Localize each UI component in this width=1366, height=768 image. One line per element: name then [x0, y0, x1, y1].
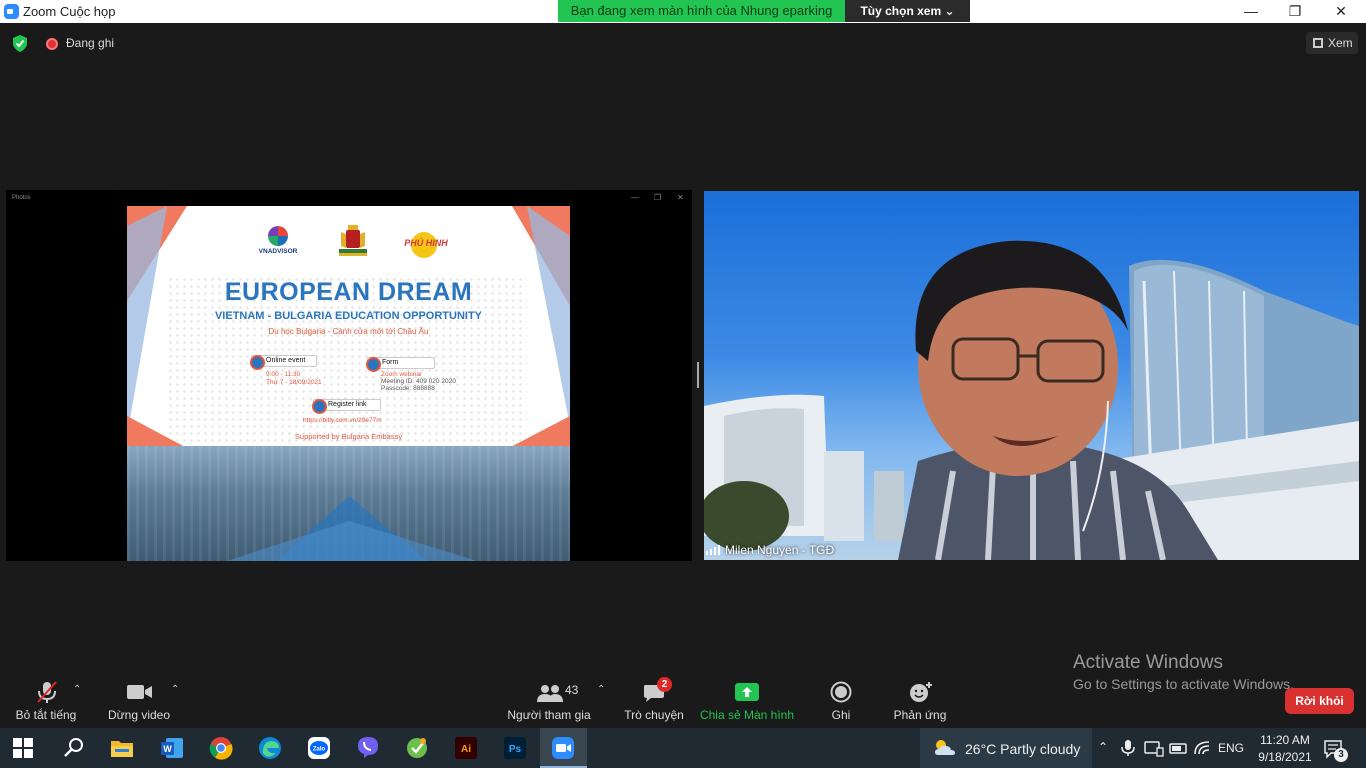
zoom-app-icon: [4, 4, 19, 19]
participants-options-chevron[interactable]: ⌃: [597, 684, 605, 695]
minimize-button[interactable]: —: [1228, 0, 1274, 23]
zoom-icon[interactable]: [551, 736, 575, 760]
word-icon[interactable]: W: [160, 736, 184, 760]
leave-meeting-button[interactable]: Rời khỏi: [1285, 688, 1354, 714]
view-options-label: Tùy chọn xem: [860, 4, 942, 18]
share-screen-icon: [735, 683, 759, 701]
photos-window-label: Photos: [12, 195, 31, 201]
illustrator-icon[interactable]: Ai: [454, 736, 478, 760]
svg-text:Ai: Ai: [461, 744, 471, 755]
chevron-down-icon: ⌄: [944, 4, 955, 18]
participant-video: [704, 191, 1359, 560]
microphone-tray-icon[interactable]: [1120, 739, 1136, 757]
clock-time: 11:20 AM: [1260, 733, 1310, 747]
register-url: https://bitly.com.vn/29e77m: [303, 417, 382, 424]
recording-icon: [46, 38, 58, 50]
partly-cloudy-icon: [935, 740, 955, 755]
poster-bottom-decoration: [227, 496, 477, 561]
weather-widget[interactable]: 26°C Partly cloudy: [920, 728, 1092, 768]
participant-name-tag: Milen Nguyen - TGĐ: [706, 543, 834, 557]
participants-icon: [537, 685, 563, 702]
svg-text:Zalo: Zalo: [313, 747, 326, 753]
share-screen-label: Chia sẻ Màn hình: [699, 708, 795, 722]
event-poster: VNADVISOR PHÚ HINH EUROPEAN DREAM VIETNA…: [127, 206, 570, 561]
poster-subtitle: VIETNAM - BULGARIA EDUCATION OPPORTUNITY: [214, 310, 483, 322]
view-button-label: Xem: [1328, 36, 1353, 50]
shared-minimize-icon: —: [631, 193, 639, 202]
mute-label: Bỏ tắt tiếng: [15, 708, 77, 722]
bulgaria-coat-of-arms-icon: [339, 225, 367, 256]
zoom-meeting-window: Zoom Cuộc họp Bạn đang xem màn hình của …: [0, 0, 1366, 768]
weather-text: 26°C Partly cloudy: [965, 741, 1081, 757]
participants-label: Người tham gia: [507, 708, 591, 722]
online-event-pill: Online event: [250, 355, 317, 370]
network-tray-icon[interactable]: [1144, 739, 1164, 757]
record-icon: [830, 681, 852, 703]
reactions-smiley-icon: [910, 682, 932, 702]
vnadvisor-logo: VNADVISOR: [255, 226, 301, 255]
audio-options-chevron[interactable]: ⌃: [73, 684, 81, 695]
svg-text:Ps: Ps: [509, 744, 522, 755]
record-label: Ghi: [831, 708, 851, 722]
participants-count: 43: [565, 683, 579, 697]
svg-text:W: W: [163, 744, 172, 754]
notification-count-badge: 3: [1334, 748, 1348, 762]
chat-unread-badge: 2: [657, 677, 672, 692]
video-options-chevron[interactable]: ⌃: [171, 684, 179, 695]
chat-label: Trò chuyện: [624, 708, 684, 722]
recording-label: Đang ghi: [66, 36, 115, 50]
vnadvisor-logo-text: VNADVISOR: [258, 248, 298, 255]
green-app-icon[interactable]: [405, 736, 429, 760]
wifi-tray-icon[interactable]: [1194, 740, 1212, 756]
activate-windows-subtitle: Go to Settings to activate Windows.: [1073, 676, 1294, 692]
security-shield-icon[interactable]: [12, 35, 28, 52]
chrome-icon[interactable]: [209, 736, 233, 760]
stop-video-label: Dừng video: [107, 708, 171, 722]
title-bar: Zoom Cuộc họp Bạn đang xem màn hình của …: [0, 0, 1366, 23]
battery-tray-icon[interactable]: [1169, 740, 1189, 756]
search-icon[interactable]: [62, 736, 86, 760]
show-hidden-icons-chevron[interactable]: ⌃: [1098, 740, 1108, 754]
file-explorer-icon[interactable]: [110, 736, 134, 760]
microphone-muted-icon: [37, 681, 57, 703]
shared-close-icon: ✕: [677, 193, 684, 202]
event-date: Thứ 7 - 18/09/2021: [266, 379, 322, 386]
window-title: Zoom Cuộc họp: [23, 4, 116, 19]
photoshop-icon[interactable]: Ps: [503, 736, 527, 760]
screen-share-banner: Bạn đang xem màn hình của Nhung eparking: [558, 0, 845, 22]
form-pill: Form: [366, 357, 435, 372]
start-icon[interactable]: [12, 737, 34, 759]
form-line3: Passcode: 888888: [381, 385, 435, 392]
poster-tagline: Du học Bulgaria - Cánh cửa mới tới Châu …: [268, 327, 429, 336]
supported-by: Supported by Bulgaria Embassy: [294, 432, 403, 441]
taskbar-clock[interactable]: 11:20 AM 9/18/2021: [1250, 732, 1320, 766]
close-button[interactable]: ✕: [1318, 0, 1364, 23]
zalo-icon[interactable]: Zalo: [307, 736, 331, 760]
view-button[interactable]: Xem: [1306, 32, 1358, 54]
register-link-pill: Register link: [312, 399, 381, 414]
shared-maximize-icon: ❐: [654, 193, 662, 202]
phu-hinh-logo-text: PHÚ HINH: [404, 238, 448, 248]
view-options-button[interactable]: Tùy chọn xem ⌄: [845, 0, 970, 22]
participant-person: [898, 240, 1218, 560]
edge-icon[interactable]: [258, 736, 282, 760]
event-time: 9:00 - 11:30: [266, 371, 301, 378]
maximize-button[interactable]: ❐: [1272, 0, 1318, 23]
activate-windows-title: Activate Windows: [1073, 652, 1223, 673]
reactions-label: Phản ứng: [893, 708, 947, 722]
shared-screen: Photos — ❐ ✕ VNADVISOR PHÚ HINH EUROPEAN…: [6, 190, 692, 561]
phu-hinh-logo: PHÚ HINH: [399, 228, 453, 258]
signal-strength-icon: [706, 545, 720, 555]
language-indicator[interactable]: ENG: [1218, 741, 1244, 755]
clock-date: 9/18/2021: [1258, 750, 1312, 764]
video-camera-icon: [127, 685, 152, 699]
poster-title: EUROPEAN DREAM: [224, 278, 473, 306]
panel-resize-handle[interactable]: [697, 362, 699, 388]
participant-name: Milen Nguyen - TGĐ: [725, 543, 835, 557]
grid-icon: [1313, 38, 1323, 48]
viber-icon[interactable]: [356, 736, 380, 760]
